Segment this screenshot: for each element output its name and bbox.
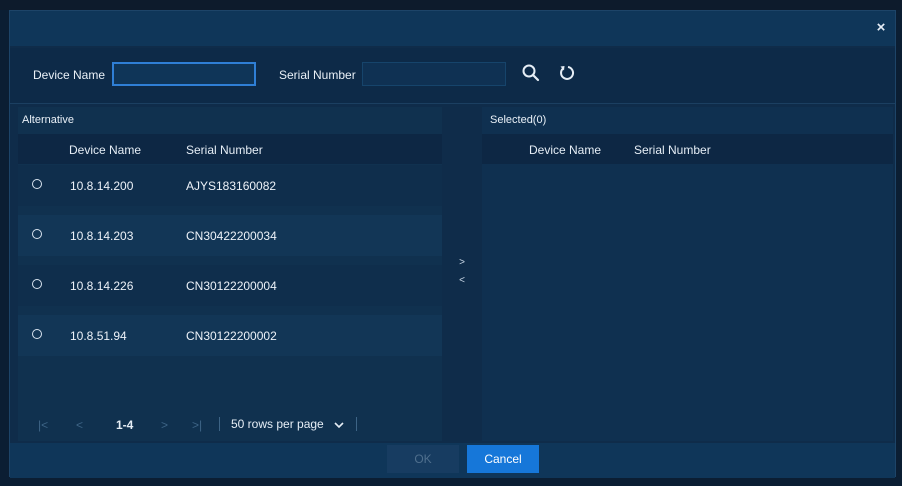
- transfer-column: > <: [444, 107, 480, 441]
- refresh-icon[interactable]: [557, 62, 579, 84]
- device-select-dialog: × Device Name Serial Number Alternative …: [9, 10, 896, 478]
- device-name-label: Device Name: [33, 68, 106, 82]
- rows-per-page-label: 50 rows per page: [231, 417, 324, 431]
- device-name-cell: 10.8.14.226: [70, 279, 134, 293]
- device-name-cell: 10.8.14.200: [70, 179, 134, 193]
- pager-divider: [219, 417, 220, 431]
- row-radio[interactable]: [32, 279, 42, 289]
- last-page-button[interactable]: >|: [192, 418, 202, 432]
- pager-divider: [356, 417, 357, 431]
- table-row[interactable]: 10.8.14.203 CN30422200034: [18, 215, 442, 256]
- row-radio[interactable]: [32, 329, 42, 339]
- column-device-name[interactable]: Device Name: [529, 143, 601, 157]
- alternative-table-header: Device Name Serial Number: [18, 134, 442, 164]
- search-icon[interactable]: [520, 62, 542, 84]
- row-radio[interactable]: [32, 179, 42, 189]
- page-range: 1-4: [116, 418, 134, 432]
- alternative-panel: Alternative Device Name Serial Number 10…: [18, 107, 442, 441]
- first-page-button[interactable]: |<: [38, 418, 48, 432]
- dialog-footer: OK Cancel: [10, 443, 895, 478]
- serial-number-cell: CN30122200004: [186, 279, 277, 293]
- table-row[interactable]: 10.8.51.94 CN30122200002: [18, 315, 442, 356]
- prev-page-button[interactable]: <: [76, 418, 83, 432]
- column-serial-number[interactable]: Serial Number: [186, 143, 263, 157]
- next-page-button[interactable]: >: [161, 418, 168, 432]
- device-name-cell: 10.8.51.94: [70, 329, 127, 343]
- column-serial-number[interactable]: Serial Number: [634, 143, 711, 157]
- serial-number-cell: AJYS183160082: [186, 179, 277, 193]
- table-row[interactable]: 10.8.14.200 AJYS183160082: [18, 165, 442, 206]
- dialog-titlebar: ×: [10, 11, 895, 46]
- selected-title: Selected(0): [490, 114, 547, 126]
- move-right-button[interactable]: >: [444, 257, 480, 268]
- window-frame: [0, 0, 902, 10]
- column-device-name[interactable]: Device Name: [69, 143, 141, 157]
- cancel-button[interactable]: Cancel: [467, 445, 539, 473]
- alternative-title: Alternative: [22, 114, 74, 126]
- serial-number-cell: CN30122200002: [186, 329, 277, 343]
- table-row[interactable]: 10.8.14.226 CN30122200004: [18, 265, 442, 306]
- serial-number-cell: CN30422200034: [186, 229, 277, 243]
- device-name-cell: 10.8.14.203: [70, 229, 134, 243]
- selected-panel: Selected(0) Device Name Serial Number: [482, 107, 893, 441]
- filter-bar: Device Name Serial Number: [10, 48, 895, 104]
- chevron-down-icon: [334, 422, 344, 428]
- selected-table-header: Device Name Serial Number: [482, 134, 893, 164]
- pagination-bar: |< < 1-4 > >| 50 rows per page: [18, 411, 442, 437]
- device-name-input[interactable]: [112, 62, 256, 86]
- serial-number-input[interactable]: [362, 62, 506, 86]
- move-left-button[interactable]: <: [444, 275, 480, 286]
- close-icon[interactable]: ×: [873, 20, 889, 36]
- row-radio[interactable]: [32, 229, 42, 239]
- ok-button[interactable]: OK: [387, 445, 459, 473]
- serial-number-label: Serial Number: [279, 68, 356, 82]
- rows-per-page-select[interactable]: 50 rows per page: [231, 417, 345, 431]
